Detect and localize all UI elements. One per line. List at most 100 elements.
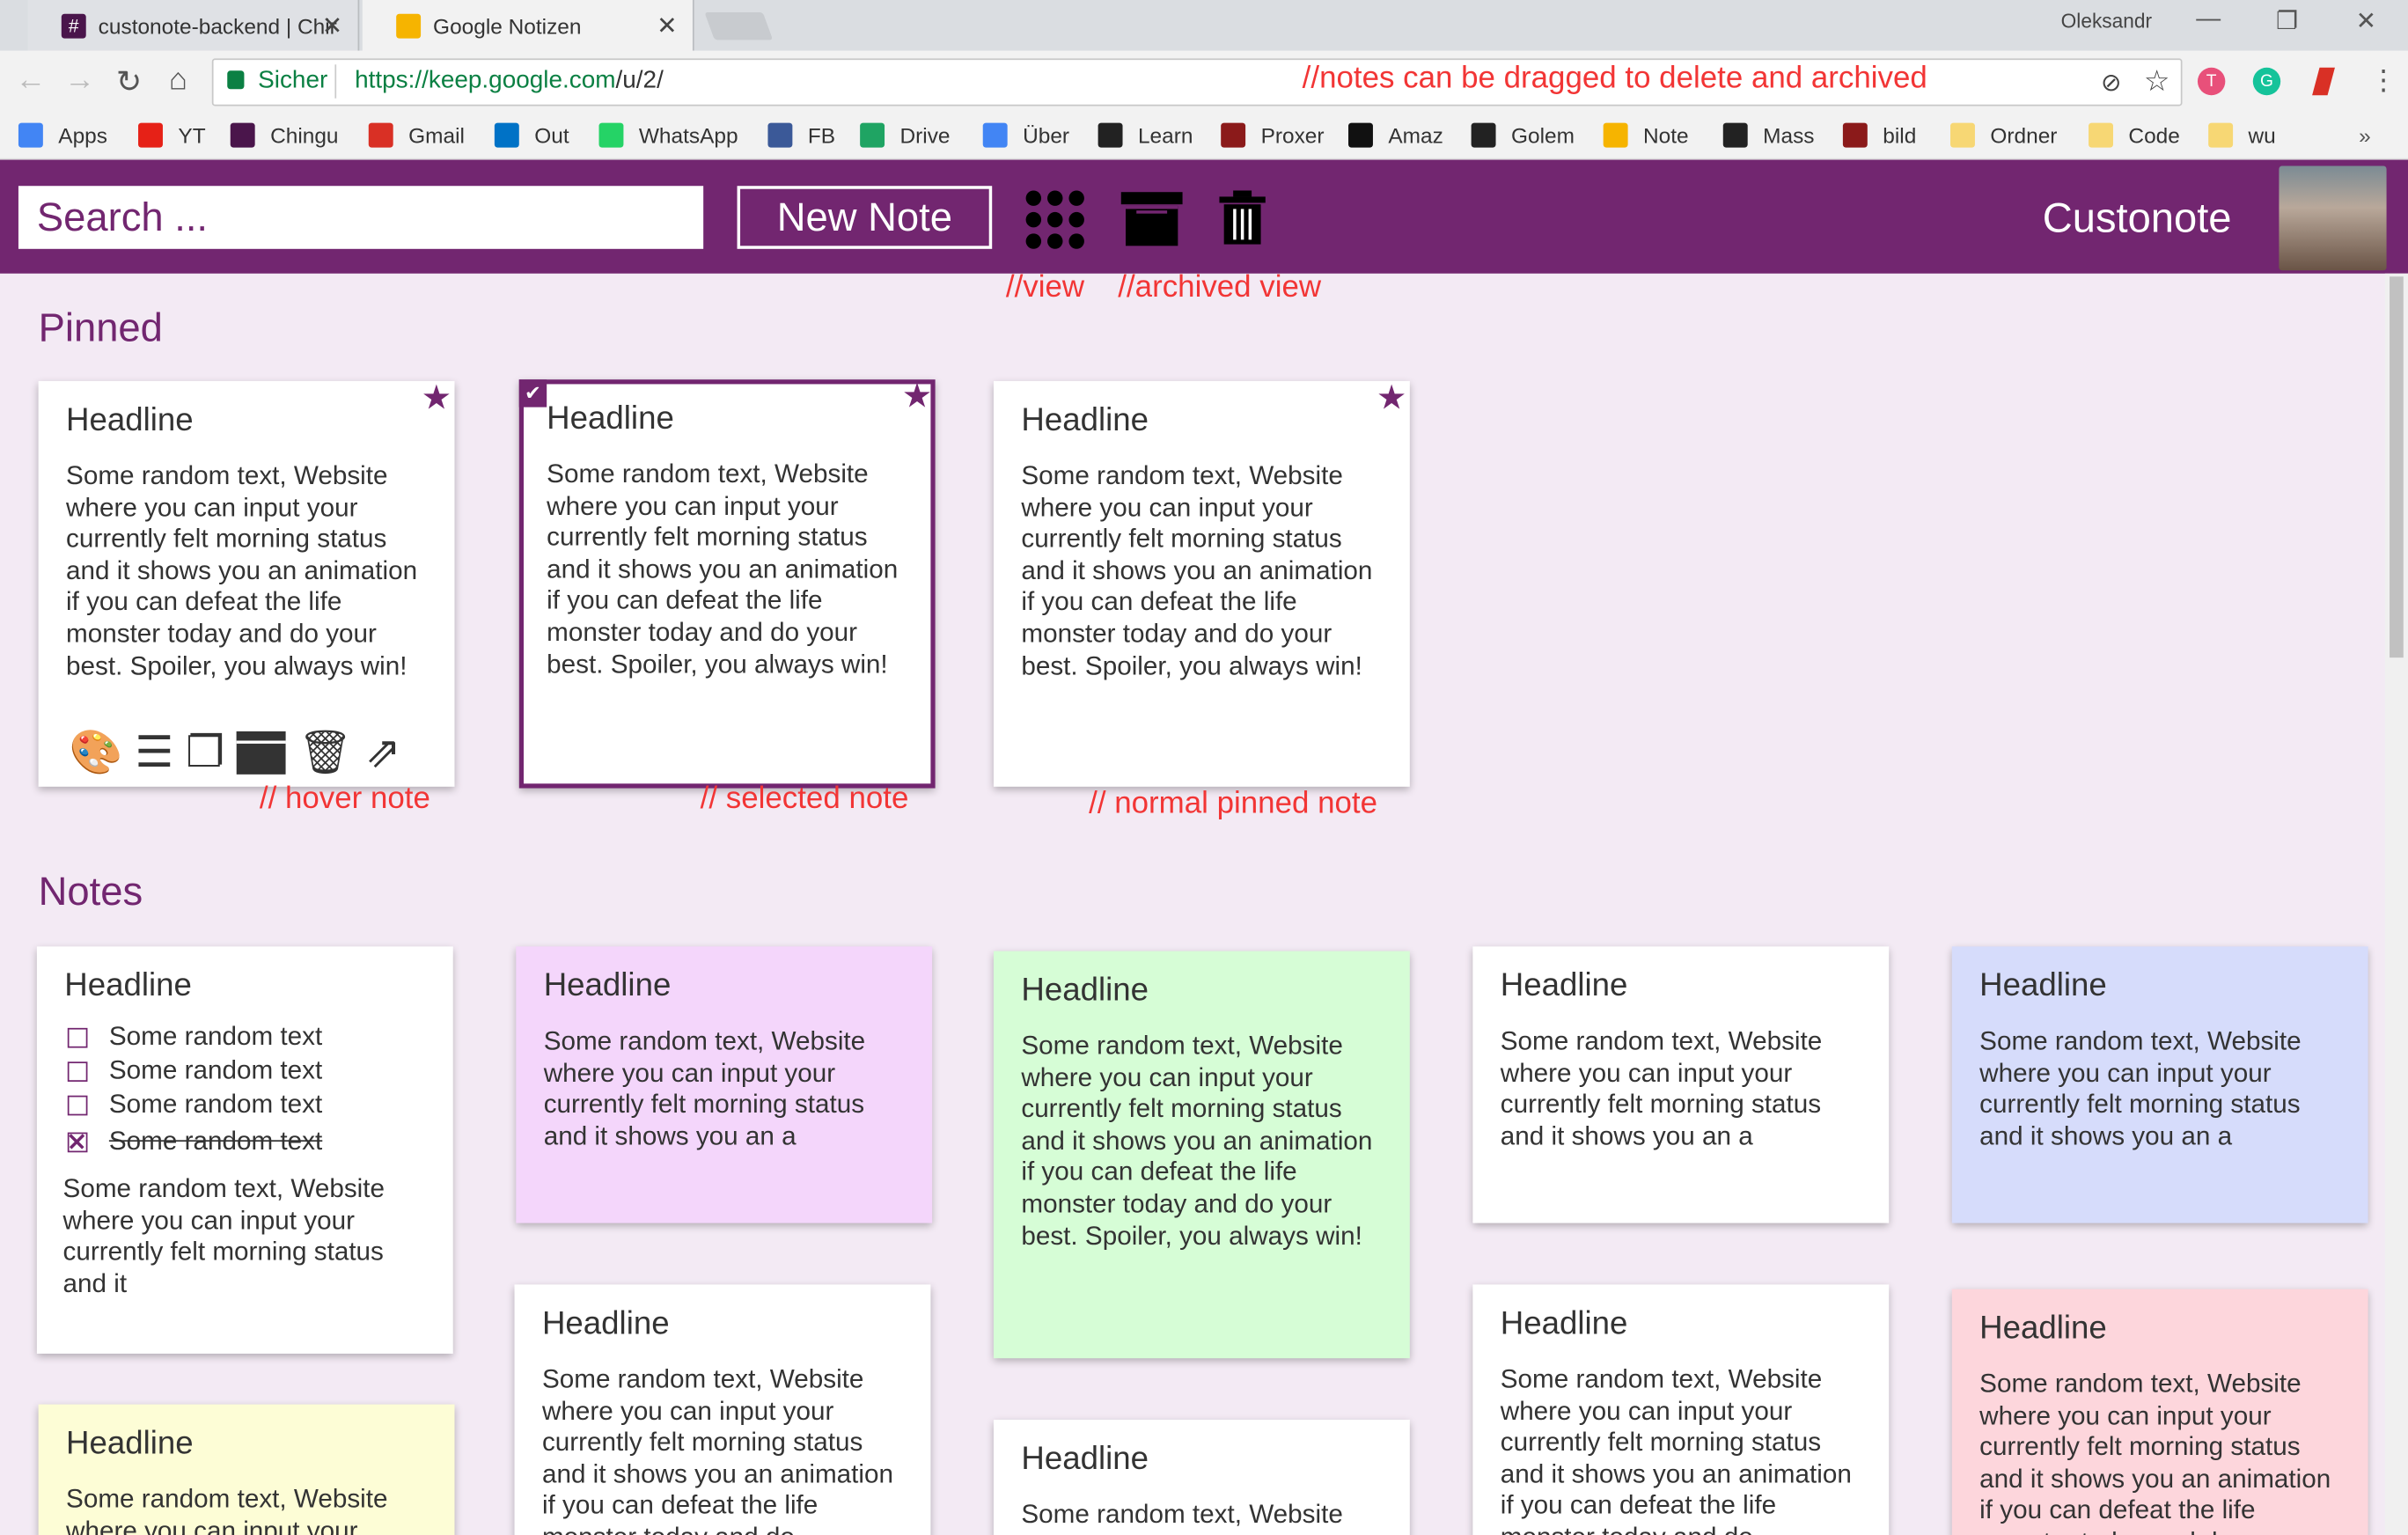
checkbox[interactable] — [67, 1061, 88, 1082]
note-text: Some random text, Website where you can … — [1021, 1031, 1373, 1251]
copy-icon[interactable]: ❐ — [186, 728, 224, 777]
menu-icon[interactable]: ⋮ — [2369, 64, 2397, 97]
annotation-view: //view — [1005, 270, 1085, 305]
note-headline: Headline — [66, 402, 194, 438]
bookmark-chingu[interactable]: Chingu — [230, 122, 339, 148]
tab-google-notizen[interactable]: Google Notizen ✕ — [362, 0, 694, 51]
note-card[interactable]: Headline Some random text, Website where… — [1472, 946, 1890, 1223]
pin-star-icon[interactable]: ★ — [1377, 378, 1406, 417]
bookmark-drive[interactable]: Drive — [860, 122, 951, 148]
bookmark-learn[interactable]: Learn — [1098, 122, 1193, 148]
home-icon[interactable]: ⌂ — [159, 63, 196, 99]
note-headline: Headline — [1979, 1311, 2107, 1347]
checkbox-checked[interactable] — [67, 1131, 88, 1152]
bookmark-label: Amaz — [1388, 122, 1443, 148]
note-card[interactable]: Headline Some random text, Website where… — [993, 951, 1410, 1359]
url-path: /u/2/ — [615, 67, 664, 94]
bookmark-favicon-icon — [1842, 122, 1868, 148]
translate-icon[interactable]: ⊘ — [2101, 68, 2121, 99]
new-tab-button[interactable] — [704, 11, 774, 40]
checkbox[interactable] — [67, 1094, 88, 1115]
bookmark-bild[interactable]: bild — [1842, 122, 1916, 148]
note-card[interactable]: Headline Some random text, Website where… — [1472, 1284, 1890, 1535]
bookmark-gmail[interactable]: Gmail — [368, 122, 465, 148]
archive-note-icon[interactable] — [236, 731, 286, 775]
bookmark-label: Code — [2128, 122, 2180, 148]
bookmark-label: Out — [534, 122, 569, 148]
tab-title: Google Notizen — [433, 12, 582, 38]
tab-custonote-backend[interactable]: # custonote-backend | Chir ✕ — [27, 0, 360, 51]
bookmark-golem[interactable]: Golem — [1471, 122, 1575, 148]
pinned-note-normal[interactable]: ★ Headline Some random text, Website whe… — [993, 378, 1410, 787]
pinned-note-hover[interactable]: ★ Headline Some random text, Website whe… — [38, 378, 455, 787]
bookmark-amaz[interactable]: Amaz — [1348, 122, 1443, 148]
bookmark-favicon-icon — [18, 122, 43, 148]
bookmark-label: Proxer — [1260, 122, 1325, 148]
bookmark-favicon-icon — [1722, 122, 1748, 148]
extension-t-icon[interactable]: T — [2197, 67, 2226, 96]
checklist-icon[interactable]: ☰ — [135, 728, 173, 777]
note-card[interactable]: Headline Some random text, Website — [993, 1420, 1410, 1535]
note-card[interactable]: Headline Some random text, Website where… — [516, 946, 933, 1223]
checklist-item[interactable]: Some random text — [67, 1054, 322, 1088]
new-note-button[interactable]: New Note — [737, 186, 993, 249]
notes-heading: Notes — [38, 868, 143, 914]
scrollbar-thumb[interactable] — [2390, 276, 2404, 658]
bookmarks-overflow-icon[interactable]: » — [2359, 123, 2371, 148]
note-headline: Headline — [1021, 1441, 1149, 1477]
bookmark-über[interactable]: Über — [982, 122, 1069, 148]
grid-view-icon[interactable] — [1025, 190, 1084, 249]
close-window-icon[interactable]: ✕ — [2356, 6, 2376, 37]
profile-name[interactable]: Oleksandr — [2061, 9, 2152, 32]
bookmark-star-icon[interactable]: ☆ — [2144, 64, 2170, 99]
archive-icon[interactable] — [1120, 192, 1183, 247]
url-host: https://keep.google.com — [355, 67, 616, 94]
bookmark-favicon-icon — [1221, 122, 1246, 148]
note-card[interactable]: Headline Some random text, Website where… — [1951, 1289, 2368, 1535]
palette-icon[interactable]: 🎨 — [70, 728, 123, 777]
bookmark-fb[interactable]: FB — [767, 122, 835, 148]
search-input[interactable] — [18, 186, 704, 249]
trash-icon[interactable] — [1219, 190, 1266, 246]
checklist-item[interactable]: Some random text — [67, 1125, 322, 1158]
bookmark-label: Ordner — [1990, 122, 2058, 148]
checklist-item[interactable]: Some random text — [67, 1088, 322, 1121]
note-text: Some random text, Website where you can … — [547, 459, 899, 679]
bookmark-mass[interactable]: Mass — [1722, 122, 1815, 148]
back-icon[interactable]: ← — [12, 63, 49, 99]
grammarly-icon[interactable]: G — [2252, 67, 2281, 96]
bookmark-ordner[interactable]: Ordner — [1950, 122, 2058, 148]
pinned-note-selected[interactable]: ✔ ★ Headline Some random text, Website w… — [518, 377, 936, 789]
checkbox[interactable] — [67, 1027, 88, 1047]
bookmark-favicon-icon — [230, 122, 255, 148]
pin-star-icon[interactable]: ★ — [902, 377, 932, 416]
tab-close-icon[interactable]: ✕ — [657, 11, 677, 41]
pin-star-icon[interactable]: ★ — [422, 378, 452, 417]
bookmark-apps[interactable]: Apps — [18, 122, 107, 148]
bookmark-label: Mass — [1763, 122, 1815, 148]
bookmark-out[interactable]: Out — [494, 122, 569, 148]
bookmark-favicon-icon — [1348, 122, 1373, 148]
bookmark-note[interactable]: Note — [1603, 122, 1689, 148]
note-card-checklist[interactable]: Headline Some random text Some random te… — [36, 946, 453, 1354]
bookmark-wu[interactable]: wu — [2208, 122, 2276, 148]
forward-icon[interactable]: → — [62, 63, 99, 99]
selected-check-icon[interactable]: ✔ — [518, 379, 547, 408]
bookmark-proxer[interactable]: Proxer — [1221, 122, 1325, 148]
url-text[interactable]: https://keep.google.com/u/2/ — [355, 68, 664, 95]
bookmark-whatsapp[interactable]: WhatsApp — [598, 122, 738, 148]
bookmark-code[interactable]: Code — [2089, 122, 2180, 148]
user-avatar[interactable] — [2279, 165, 2387, 271]
minimize-icon[interactable]: — — [2196, 6, 2221, 33]
bookmark-label: Gmail — [408, 122, 465, 148]
tab-close-icon[interactable]: ✕ — [322, 11, 342, 41]
delete-note-icon[interactable]: 🗑 — [298, 728, 353, 777]
note-card[interactable]: Headline Some random text, Website where… — [514, 1284, 931, 1535]
note-card[interactable]: Headline Some random text, Website where… — [38, 1404, 455, 1535]
restore-icon[interactable]: ❐ — [2276, 6, 2298, 37]
bookmark-yt[interactable]: YT — [138, 122, 206, 148]
share-icon[interactable]: ⇗ — [365, 728, 401, 777]
reload-icon[interactable]: ↻ — [111, 63, 148, 102]
checklist-item[interactable]: Some random text — [67, 1020, 322, 1054]
note-card[interactable]: Headline Some random text, Website where… — [1951, 946, 2368, 1223]
